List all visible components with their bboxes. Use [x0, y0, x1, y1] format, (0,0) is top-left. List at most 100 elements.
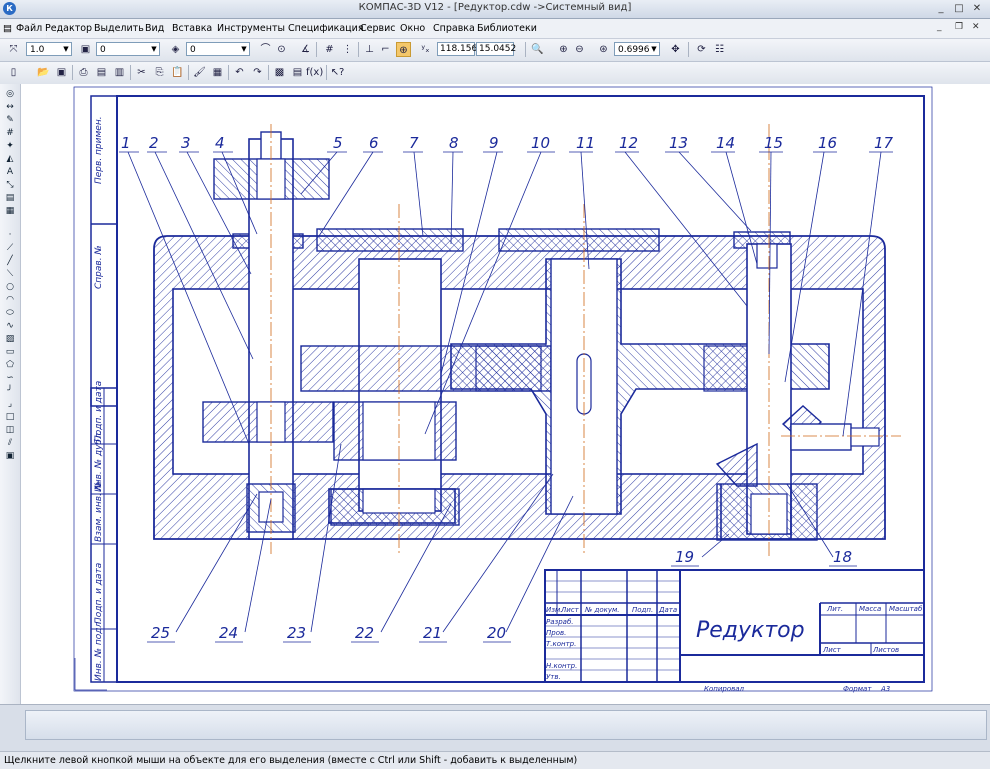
collection-icon[interactable]: ⫽: [3, 437, 17, 449]
bezier-icon[interactable]: ∽: [3, 372, 17, 384]
menu-window[interactable]: Окно: [400, 23, 425, 34]
stamp-row-developed: Разраб.: [546, 618, 574, 626]
new-document-icon[interactable]: ▯: [6, 65, 21, 80]
menu-service[interactable]: Сервис: [360, 23, 396, 34]
params-icon[interactable]: ✦: [3, 140, 17, 152]
doc-close-icon[interactable]: ✕: [972, 22, 980, 32]
spec-icon[interactable]: ⤡: [3, 179, 17, 191]
rectangle-icon[interactable]: ▭: [3, 346, 17, 358]
properties-panel: [0, 704, 990, 751]
refresh-icon[interactable]: ⟳: [694, 42, 709, 57]
properties-icon[interactable]: ☷: [712, 42, 727, 57]
minimize-icon[interactable]: _: [934, 2, 948, 15]
menu-select[interactable]: Выделить: [94, 23, 144, 34]
step-combo[interactable]: 1.0 ▼: [26, 42, 72, 56]
step-cursor-icon[interactable]: ⤧: [6, 42, 21, 57]
snap-icon[interactable]: ⊙: [274, 42, 289, 57]
point-icon[interactable]: ·: [3, 229, 17, 241]
menu-help[interactable]: Справка: [433, 23, 475, 34]
help-pointer-icon[interactable]: ↖?: [330, 65, 345, 80]
print-preview-icon[interactable]: ▤: [94, 65, 109, 80]
equidistant-icon[interactable]: ◫: [3, 424, 17, 436]
measure-icon[interactable]: ◭: [3, 153, 17, 165]
coord-x-field[interactable]: 118.156: [437, 42, 477, 56]
function-icon[interactable]: f(x): [306, 65, 323, 80]
contour-icon[interactable]: □: [3, 411, 17, 423]
segment-icon[interactable]: ╱: [3, 255, 17, 267]
layer-icon[interactable]: ▣: [78, 42, 93, 57]
menu-tools[interactable]: Инструменты: [217, 23, 285, 34]
grid-settings-icon[interactable]: ⋮: [340, 42, 355, 57]
lcs-icon[interactable]: ⊥: [362, 42, 377, 57]
drawing-canvas[interactable]: 1 2 3 4 5 6 7 8 9 10 11 12 13 14 15 16 1…: [21, 84, 990, 704]
stamp-col-doc: № докум.: [584, 606, 620, 614]
insert-icon[interactable]: ▦: [3, 205, 17, 217]
fillet-icon[interactable]: ╯: [3, 385, 17, 397]
undo-icon[interactable]: ↶: [232, 65, 247, 80]
symbols-icon[interactable]: ✎: [3, 114, 17, 126]
properties-panel-body[interactable]: [25, 710, 987, 740]
circle-icon[interactable]: ○: [3, 281, 17, 293]
edit-icon[interactable]: #: [3, 127, 17, 139]
maximize-icon[interactable]: □: [952, 2, 966, 15]
open-icon[interactable]: 📂: [36, 65, 51, 80]
style-combo[interactable]: 0 ▼: [186, 42, 250, 56]
zoom-frame-icon[interactable]: 🔍: [530, 42, 545, 57]
menu-specification[interactable]: Спецификация: [288, 23, 364, 34]
ellipse-icon[interactable]: ⬭: [3, 307, 17, 319]
ortho-icon[interactable]: ⌐: [378, 42, 393, 57]
polygon-icon[interactable]: ⬠: [3, 359, 17, 371]
menu-insert[interactable]: Вставка: [172, 23, 212, 34]
doc-icon[interactable]: ▤: [3, 23, 12, 34]
arc-icon[interactable]: ◠: [3, 294, 17, 306]
select-icon[interactable]: A: [3, 166, 17, 178]
callout-2: 2: [149, 134, 159, 152]
format-brush-icon[interactable]: 🖌: [192, 65, 207, 80]
chamfer-icon[interactable]: ⌟: [3, 398, 17, 410]
callout-6: 6: [369, 134, 379, 152]
coord-y-field[interactable]: 15.0452: [476, 42, 516, 56]
variables-icon[interactable]: ▤: [290, 65, 305, 80]
drawing-svg[interactable]: 1 2 3 4 5 6 7 8 9 10 11 12 13 14 15 16 1…: [21, 84, 990, 704]
round-icon[interactable]: ⊕: [396, 42, 411, 57]
callout-3: 3: [181, 134, 191, 152]
cut-icon[interactable]: ✂: [134, 65, 149, 80]
copy-icon[interactable]: ⎘: [152, 65, 167, 80]
polyline-icon[interactable]: ⟍: [3, 268, 17, 280]
paste-icon[interactable]: 📋: [170, 65, 185, 80]
print-setup-icon[interactable]: ▥: [112, 65, 127, 80]
library-manager-icon[interactable]: ▩: [272, 65, 287, 80]
aux-line-icon[interactable]: ⟋: [3, 242, 17, 254]
layer-combo[interactable]: 0 ▼: [96, 42, 160, 56]
doc-minimize-icon[interactable]: _: [937, 22, 942, 32]
spline-icon[interactable]: ∿: [3, 320, 17, 332]
geometry-icon[interactable]: ◎: [3, 88, 17, 100]
macro-icon[interactable]: ▣: [3, 450, 17, 462]
zoom-out-icon[interactable]: ⊖: [572, 42, 587, 57]
doc-restore-icon[interactable]: ❐: [955, 22, 963, 32]
redo-icon[interactable]: ↷: [250, 65, 265, 80]
pan-icon[interactable]: ✥: [668, 42, 683, 57]
menu-view[interactable]: Вид: [145, 23, 164, 34]
zoom-in-icon[interactable]: ⊕: [556, 42, 571, 57]
print-icon[interactable]: ⎙: [76, 65, 91, 80]
menu-file[interactable]: Файл: [16, 23, 42, 34]
callout-23: 23: [287, 624, 306, 642]
stamp-copied: Копировал: [704, 685, 745, 693]
save-icon[interactable]: ▣: [54, 65, 69, 80]
zoom-combo[interactable]: 0.6996 ▼: [614, 42, 660, 56]
close-icon[interactable]: ✕: [970, 2, 984, 15]
style-icon[interactable]: ◈: [168, 42, 183, 57]
menu-libraries[interactable]: Библиотеки: [477, 23, 537, 34]
local-snap-icon[interactable]: ∡: [298, 42, 313, 57]
callout-5: 5: [333, 134, 343, 152]
reports-icon[interactable]: ▤: [3, 192, 17, 204]
zoom-scale-icon[interactable]: ⊛: [596, 42, 611, 57]
hatch-icon[interactable]: ▨: [3, 333, 17, 345]
dimensions-icon[interactable]: ↔: [3, 101, 17, 113]
magnet-icon[interactable]: ⌒: [258, 42, 273, 57]
grid-icon[interactable]: #: [322, 42, 337, 57]
callout-24: 24: [219, 624, 238, 642]
manager-icon[interactable]: ▦: [210, 65, 225, 80]
menu-editor[interactable]: Редактор: [45, 23, 92, 34]
